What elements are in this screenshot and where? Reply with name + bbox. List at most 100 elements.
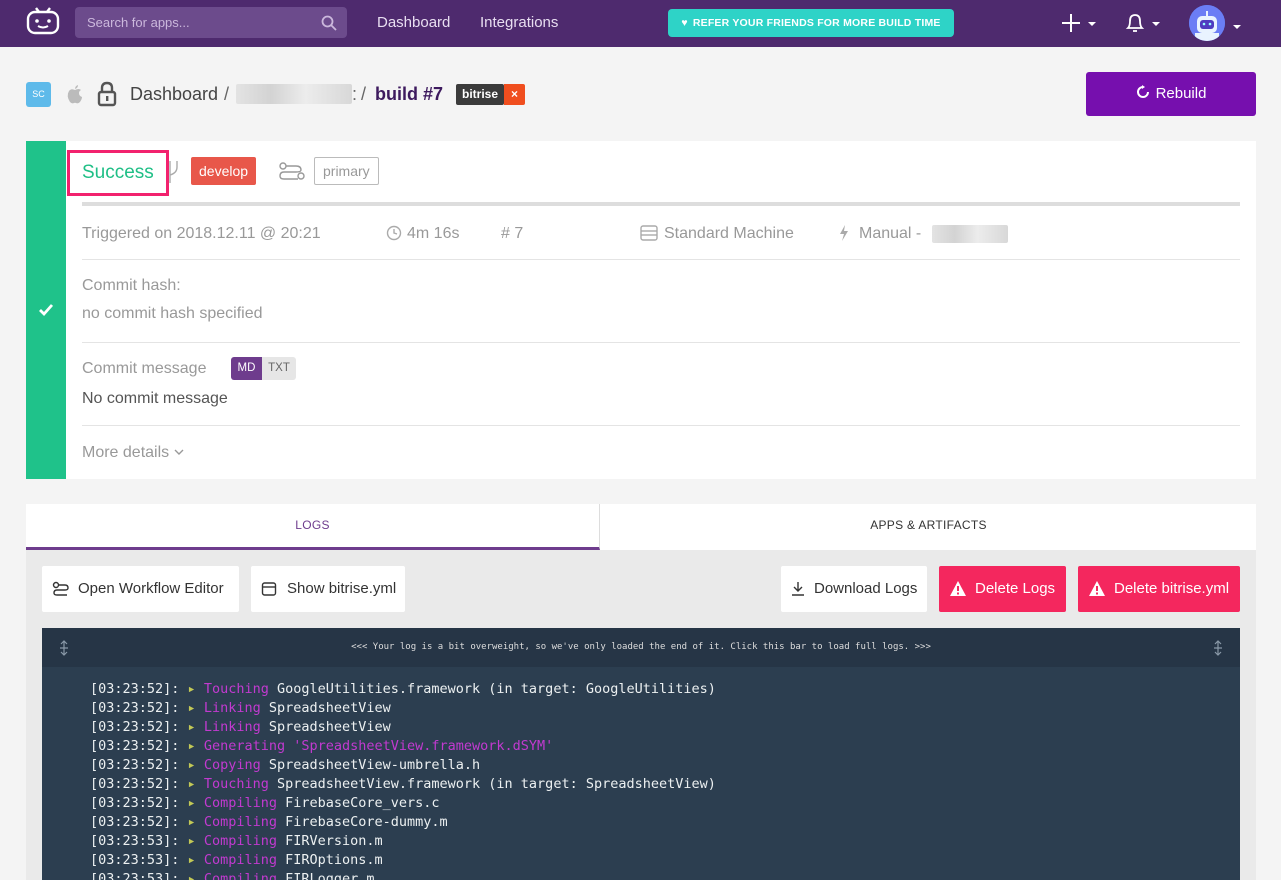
blurred-trigger-user: [932, 225, 1008, 243]
log-line: [03:23:52]: ▸ Compiling FirebaseCore_ver…: [90, 795, 440, 811]
open-workflow-editor-label: Open Workflow Editor: [78, 580, 224, 597]
log-timestamp: [03:23:52]:: [90, 681, 188, 697]
log-line: [03:23:52]: ▸ Linking SpreadsheetView: [90, 700, 391, 716]
commit-message-value: No commit message: [82, 390, 228, 407]
open-workflow-editor-button[interactable]: Open Workflow Editor: [42, 566, 239, 612]
log-keyword: Touching: [203, 681, 269, 697]
nav-integrations[interactable]: Integrations: [480, 14, 558, 31]
download-logs-label: Download Logs: [814, 580, 918, 597]
workflow-editor-icon: [52, 581, 69, 596]
blurred-app-name[interactable]: [236, 84, 352, 104]
log-text: SpreadsheetView.framework (in target: Sp…: [268, 776, 716, 792]
app-avatar[interactable]: SC: [26, 82, 51, 107]
build-title: build #7: [375, 84, 444, 104]
check-icon: [39, 304, 54, 317]
log-line: [03:23:52]: ▸ Compiling FirebaseCore-dum…: [90, 814, 448, 830]
log-text: SpreadsheetView: [260, 700, 391, 716]
log-keyword: Linking: [203, 719, 261, 735]
commit-hash-value: no commit hash specified: [82, 305, 263, 322]
search-icon[interactable]: [321, 15, 337, 31]
stack-tag-remove-button[interactable]: ×: [504, 84, 525, 105]
bell-icon[interactable]: [1124, 12, 1162, 34]
log-timestamp: [03:23:52]:: [90, 738, 188, 754]
log-timestamp: [03:23:52]:: [90, 814, 188, 830]
workflow-icon: [279, 162, 305, 180]
load-full-logs-text: <<< Your log is a bit overweight, so we'…: [351, 642, 931, 652]
warning-icon: [950, 581, 966, 596]
breadcrumb-dashboard[interactable]: Dashboard: [130, 84, 218, 105]
add-menu-icon[interactable]: [1060, 12, 1098, 34]
triggered-at: Triggered on 2018.12.11 @ 20:21: [82, 225, 321, 242]
clock-icon: [386, 225, 402, 241]
commit-hash-label: Commit hash:: [82, 277, 181, 294]
delete-logs-button[interactable]: Delete Logs: [939, 566, 1066, 612]
build-summary-card: Success develop primary Triggered on 201…: [26, 141, 1256, 479]
log-arrow-icon: ▸: [187, 700, 204, 716]
expand-vertical-icon: [1214, 640, 1222, 656]
log-timestamp: [03:23:52]:: [90, 700, 188, 716]
log-line: [03:23:52]: ▸ Linking SpreadsheetView: [90, 719, 391, 735]
log-output[interactable]: [03:23:52]: ▸ Touching GoogleUtilities.f…: [42, 667, 1240, 880]
trigger-source: Manual -: [859, 225, 922, 242]
log-arrow-icon: ▸: [187, 833, 204, 849]
log-timestamp: [03:23:53]:: [90, 871, 188, 880]
log-keyword: Compiling: [203, 814, 277, 830]
log-timestamp: [03:23:52]:: [90, 757, 188, 773]
stack-tag: bitrise: [456, 84, 505, 105]
avatar[interactable]: [1189, 5, 1225, 41]
tab-logs[interactable]: LOGS: [26, 504, 600, 550]
format-txt-toggle[interactable]: TXT: [262, 357, 296, 380]
more-details-toggle[interactable]: More details: [82, 444, 185, 462]
bitrise-logo-icon[interactable]: [26, 7, 60, 35]
log-keyword: Copying: [203, 757, 261, 773]
log-arrow-icon: ▸: [187, 776, 204, 792]
build-tabs: LOGS APPS & ARTIFACTS: [26, 504, 1256, 550]
nav-dashboard[interactable]: Dashboard: [377, 14, 450, 31]
commit-message-label: Commit message: [82, 360, 207, 377]
log-line: [03:23:52]: ▸ Touching GoogleUtilities.f…: [90, 681, 716, 697]
download-logs-button[interactable]: Download Logs: [781, 566, 927, 612]
refresh-icon: [1136, 85, 1149, 98]
show-bitrise-yml-button[interactable]: Show bitrise.yml: [251, 566, 405, 612]
format-md-toggle[interactable]: MD: [231, 357, 262, 380]
delete-bitrise-yml-label: Delete bitrise.yml: [1114, 580, 1230, 597]
refer-strong-text: MORE BUILD TIME: [843, 17, 941, 29]
search-placeholder: Search for apps...: [87, 15, 190, 30]
divider: [82, 342, 1240, 343]
breadcrumb-separator: /: [361, 84, 367, 104]
lock-icon: [97, 81, 117, 107]
load-full-logs-bar[interactable]: <<< Your log is a bit overweight, so we'…: [42, 628, 1240, 667]
refer-friends-button[interactable]: ♥ REFER YOUR FRIENDS FOR MORE BUILD TIME: [668, 9, 954, 37]
breadcrumb-separator: /: [224, 84, 230, 104]
log-timestamp: [03:23:52]:: [90, 795, 188, 811]
tab-apps-artifacts[interactable]: APPS & ARTIFACTS: [601, 504, 1256, 550]
refer-text: REFER YOUR FRIENDS FOR: [692, 17, 844, 29]
log-keyword: Compiling: [203, 795, 277, 811]
log-text: FIRVersion.m: [276, 833, 383, 849]
avatar-chevron-down-icon[interactable]: [1231, 16, 1243, 38]
build-number: # 7: [501, 225, 524, 242]
workflow-tag[interactable]: primary: [314, 157, 379, 185]
log-arrow-icon: ▸: [187, 814, 204, 830]
log-keyword: Generating 'SpreadsheetView.framework.dS…: [203, 738, 554, 754]
log-text: GoogleUtilities.framework (in target: Go…: [268, 681, 716, 697]
log-text: FirebaseCore_vers.c: [276, 795, 440, 811]
warning-icon: [1089, 581, 1105, 596]
rebuild-button[interactable]: Rebuild: [1086, 72, 1256, 116]
delete-bitrise-yml-button[interactable]: Delete bitrise.yml: [1078, 566, 1240, 612]
log-keyword: Touching: [203, 776, 269, 792]
breadcrumb-colon: :: [352, 84, 358, 104]
rebuild-label: Rebuild: [1155, 85, 1207, 102]
branch-icon: [169, 161, 178, 183]
build-duration: 4m 16s: [407, 225, 460, 242]
expand-vertical-icon: [60, 640, 68, 656]
log-arrow-icon: ▸: [187, 871, 204, 880]
search-input[interactable]: Search for apps...: [75, 7, 347, 38]
branch-tag[interactable]: develop: [191, 157, 257, 185]
heart-icon: ♥: [681, 17, 688, 29]
log-text: FIROptions.m: [276, 852, 383, 868]
top-bar: Search for apps... Dashboard Integration…: [0, 0, 1281, 47]
log-arrow-icon: ▸: [187, 795, 204, 811]
machine-icon: [640, 225, 658, 241]
more-details-label: More details: [82, 444, 170, 461]
